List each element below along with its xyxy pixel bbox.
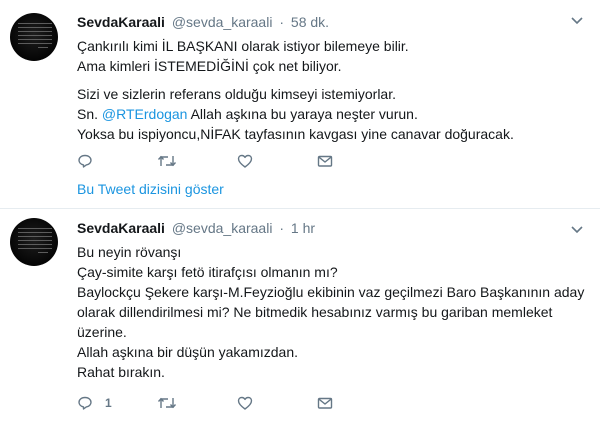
tweet-line: üzerine.	[77, 324, 127, 340]
tweet-line: Yoksa bu ispiyoncu,NİFAK tayfasının kavg…	[77, 126, 514, 142]
dm-button[interactable]	[317, 393, 397, 413]
show-thread-link[interactable]: Bu Tweet dizisini göster	[77, 181, 224, 197]
separator: ·	[279, 14, 285, 30]
timestamp[interactable]: 1 hr	[291, 220, 315, 236]
tweet-line: Ama kimleri İSTEMEDİĞİNİ çok net biliyor…	[77, 58, 342, 74]
tweet-line: Baylockçu Şekere karşı-M.Feyzioğlu ekibi…	[77, 284, 585, 300]
tweet[interactable]: SevdaKaraali @sevda_karaali · 58 dk. Çan…	[0, 0, 600, 209]
tweet-line-rest: Allah aşkına bu yaraya neşter vurun.	[190, 106, 418, 122]
tweet-line: Sizi ve sizlerin referans olduğu kimseyi…	[77, 86, 396, 102]
tweet[interactable]: SevdaKaraali @sevda_karaali · 1 hr Bu ne…	[0, 209, 600, 421]
tweet-line: Bu neyin rövanşı	[77, 244, 182, 260]
retweet-button[interactable]	[157, 393, 237, 413]
heart-icon	[237, 395, 253, 411]
tweet-line: Çankırılı kimi İL BAŞKANI olarak istiyor…	[77, 38, 409, 54]
tweet-header: SevdaKaraali @sevda_karaali · 58 dk.	[77, 12, 584, 32]
like-button[interactable]	[237, 151, 317, 171]
separator: ·	[279, 220, 285, 236]
tweet-line: Sn. @RTErdogan Allah aşkına bu yaraya ne…	[77, 104, 584, 124]
tweet-actions: 1	[77, 393, 397, 413]
tweet-text: Bu neyin rövanşı Çay-simite karşı fetö i…	[77, 242, 584, 382]
retweet-icon	[157, 395, 177, 411]
timestamp[interactable]: 58 dk.	[291, 14, 329, 30]
chevron-down-icon[interactable]	[570, 223, 584, 237]
avatar[interactable]	[10, 218, 58, 266]
tweet-line: olarak dillendirilmesi mi? Ne bitmedik h…	[77, 304, 553, 320]
retweet-button[interactable]	[157, 151, 237, 171]
tweet-header: SevdaKaraali @sevda_karaali · 1 hr	[77, 218, 584, 238]
envelope-icon	[317, 395, 333, 411]
like-button[interactable]	[237, 393, 317, 413]
tweet-line: Allah aşkına bir düşün yakamızdan.	[77, 344, 299, 360]
avatar[interactable]	[10, 13, 58, 61]
reply-count: 1	[105, 396, 112, 410]
envelope-icon	[317, 153, 333, 169]
retweet-icon	[157, 153, 177, 169]
mention-prefix: Sn.	[77, 106, 102, 122]
reply-icon	[77, 395, 93, 411]
heart-icon	[237, 153, 253, 169]
tweet-actions	[77, 151, 397, 171]
reply-icon	[77, 153, 93, 169]
display-name[interactable]: SevdaKaraali	[77, 220, 165, 236]
user-handle[interactable]: @sevda_karaali	[172, 14, 273, 30]
chevron-down-icon[interactable]	[570, 14, 584, 28]
tweet-text: Çankırılı kimi İL BAŞKANI olarak istiyor…	[77, 36, 584, 144]
reply-button[interactable]: 1	[77, 393, 157, 413]
tweet-line: Çay-simite karşı fetö itirafçısı olmanın…	[77, 264, 338, 280]
mention-link[interactable]: @RTErdogan	[102, 106, 188, 122]
reply-button[interactable]	[77, 151, 157, 171]
tweet-line: Rahat bırakın.	[77, 364, 165, 380]
tweet-content: SevdaKaraali @sevda_karaali · 58 dk. Çan…	[77, 12, 584, 144]
tweet-content: SevdaKaraali @sevda_karaali · 1 hr Bu ne…	[77, 218, 584, 382]
user-handle[interactable]: @sevda_karaali	[172, 220, 273, 236]
dm-button[interactable]	[317, 151, 397, 171]
display-name[interactable]: SevdaKaraali	[77, 14, 165, 30]
